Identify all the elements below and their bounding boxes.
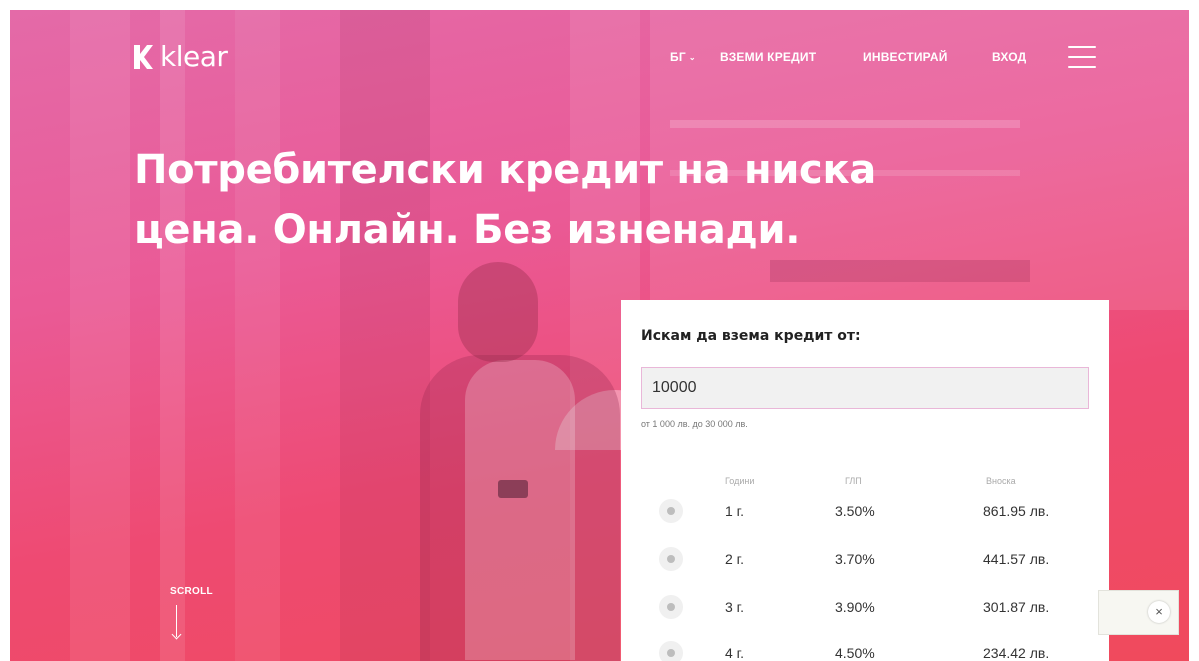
hero-title-line-2: цена. Онлайн. Без изненади. [134, 207, 801, 253]
background-person-shirt [465, 360, 575, 660]
column-header-apr: ГЛП [845, 476, 862, 486]
loan-amount-input[interactable] [641, 367, 1089, 409]
column-header-installment: Вноска [986, 476, 1016, 486]
radio-icon[interactable] [659, 547, 683, 571]
loan-option-row[interactable]: 1 г. 3.50% 861.95 лв. [621, 498, 1109, 528]
loan-calculator-card: Искам да взема кредит от: от 1 000 лв. д… [621, 300, 1109, 661]
close-icon[interactable]: × [1148, 601, 1170, 623]
loan-term: 4 г. [725, 645, 744, 661]
loan-installment: 301.87 лв. [983, 599, 1050, 615]
loan-installment: 441.57 лв. [983, 551, 1050, 567]
loan-term: 2 г. [725, 551, 744, 567]
language-selector[interactable]: БГ ⌄ [670, 50, 696, 64]
background-shelf [770, 260, 1030, 282]
nav-login[interactable]: ВХОД [992, 50, 1026, 64]
hero-title-line-1: Потребителски кредит на ниска [134, 147, 877, 193]
arrow-down-icon [172, 605, 182, 639]
radio-icon[interactable] [659, 641, 683, 661]
nav-take-credit[interactable]: ВЗЕМИ КРЕДИТ [720, 50, 816, 64]
loan-apr: 3.90% [835, 599, 875, 615]
hero-title: Потребителски кредит на ниска цена. Онла… [134, 140, 994, 260]
background-person-head [458, 262, 538, 362]
background-phone [498, 480, 528, 498]
language-label: БГ [670, 50, 686, 64]
loan-option-row[interactable]: 2 г. 3.70% 441.57 лв. [621, 546, 1109, 576]
loan-card-title: Искам да взема кредит от: [641, 328, 861, 344]
radio-icon[interactable] [659, 595, 683, 619]
loan-apr: 3.70% [835, 551, 875, 567]
loan-installment: 234.42 лв. [983, 645, 1050, 661]
loan-range-note: от 1 000 лв. до 30 000 лв. [641, 419, 748, 429]
loan-term: 3 г. [725, 599, 744, 615]
hero-section: klear БГ ⌄ ВЗЕМИ КРЕДИТ ИНВЕСТИРАЙ ВХОД … [10, 10, 1189, 661]
background-shelf [670, 120, 1020, 128]
background-person-body [420, 355, 620, 661]
hamburger-line [1068, 66, 1096, 68]
site-header: klear БГ ⌄ ВЗЕМИ КРЕДИТ ИНВЕСТИРАЙ ВХОД [10, 10, 1189, 110]
hamburger-line [1068, 56, 1096, 58]
nav-invest[interactable]: ИНВЕСТИРАЙ [863, 50, 948, 64]
radio-icon[interactable] [659, 499, 683, 523]
loan-apr: 4.50% [835, 645, 875, 661]
loan-term: 1 г. [725, 503, 744, 519]
logo-text: klear [160, 40, 228, 73]
scroll-indicator[interactable]: SCROLL [170, 586, 213, 639]
hamburger-menu-icon[interactable] [1068, 46, 1096, 68]
klear-k-logo-icon [134, 45, 153, 69]
hamburger-line [1068, 46, 1096, 48]
chevron-down-icon: ⌄ [688, 52, 696, 62]
loan-apr: 3.50% [835, 503, 875, 519]
logo[interactable]: klear [132, 40, 228, 73]
column-header-years: Години [725, 476, 755, 486]
loan-option-row[interactable]: 4 г. 4.50% 234.42 лв. [621, 640, 1109, 661]
scroll-label: SCROLL [170, 586, 213, 597]
loan-option-row[interactable]: 3 г. 3.90% 301.87 лв. [621, 594, 1109, 624]
loan-installment: 861.95 лв. [983, 503, 1050, 519]
